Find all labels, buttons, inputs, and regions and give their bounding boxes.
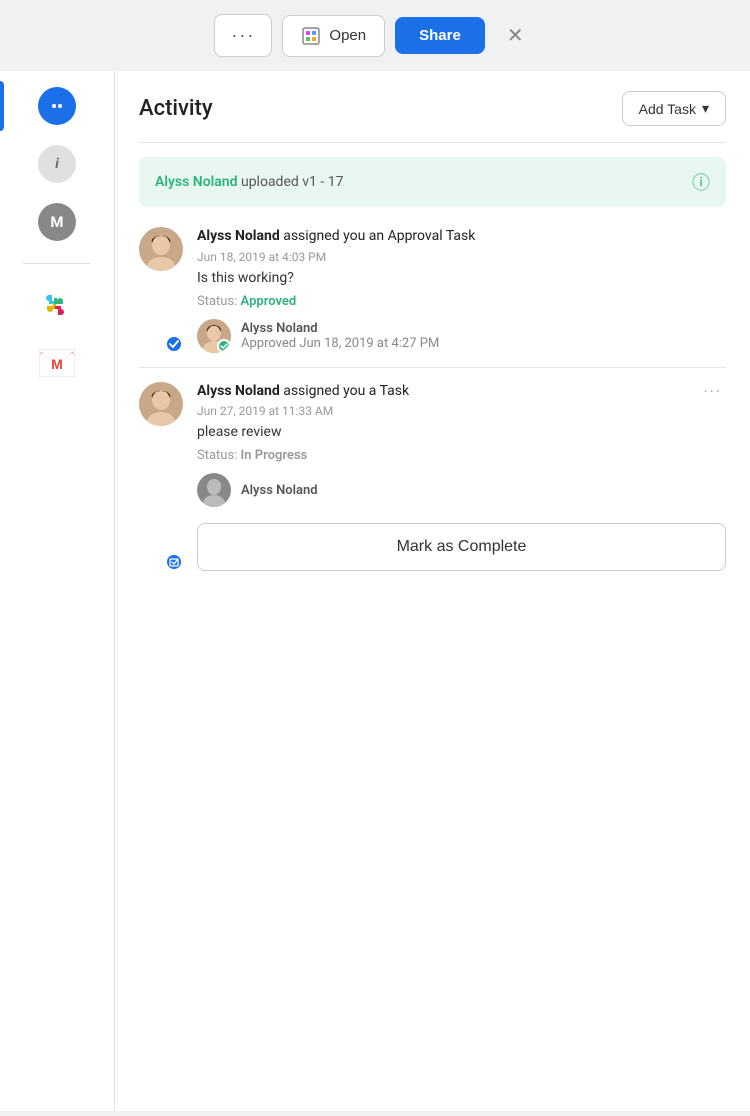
- sidebar-item-chat[interactable]: [32, 81, 82, 131]
- approval-sub-2: Alyss Noland: [197, 473, 726, 507]
- status-label-1: Status:: [197, 294, 241, 309]
- sub-avatar-2: [197, 473, 231, 507]
- toolbar: ··· Open Share ✕: [0, 0, 750, 71]
- task-message-2: please review: [197, 424, 726, 440]
- sub-avatar-1: [197, 319, 231, 353]
- share-button[interactable]: Share: [395, 17, 485, 54]
- task-date-1: Jun 18, 2019 at 4:03 PM: [197, 250, 726, 264]
- sidebar-item-media[interactable]: M: [32, 197, 82, 247]
- status-label-2: Status:: [197, 448, 241, 463]
- tasks-divider: [139, 367, 726, 368]
- sidebar-divider: [23, 263, 91, 264]
- task-message-1: Is this working?: [197, 270, 726, 286]
- mark-complete-button[interactable]: Mark as Complete: [197, 523, 726, 571]
- avatar-badge-2: [165, 553, 183, 571]
- avatar-badge-1: [165, 335, 183, 353]
- approval-username-1: Alyss Noland: [241, 321, 318, 336]
- sub-avatar-svg-2: [197, 473, 231, 507]
- add-task-button[interactable]: Add Task ▾: [622, 91, 726, 126]
- task-title-2: Alyss Noland assigned you a Task: [197, 382, 409, 402]
- banner-action: uploaded v1 - 17: [238, 174, 344, 190]
- task-item-1: Alyss Noland assigned you an Approval Ta…: [139, 227, 726, 353]
- active-indicator: [0, 81, 4, 131]
- header-divider: [139, 142, 726, 143]
- banner-text: Alyss Noland uploaded v1 - 17: [155, 174, 343, 190]
- activity-title: Activity: [139, 96, 213, 121]
- approval-action-1: Approved Jun 18, 2019 at 4:27 PM: [241, 336, 439, 351]
- info-icon: i: [38, 145, 76, 183]
- close-button[interactable]: ✕: [495, 15, 536, 56]
- task-header-1: Alyss Noland assigned you an Approval Ta…: [197, 227, 726, 247]
- task-status-2: Status: In Progress: [197, 448, 726, 463]
- status-value-2: In Progress: [241, 448, 308, 463]
- add-task-label: Add Task: [639, 101, 696, 117]
- task-body-2: Alyss Noland assigned you a Task ··· Jun…: [197, 382, 726, 572]
- add-task-chevron-icon: ▾: [702, 100, 709, 117]
- main-layout: i M: [0, 71, 750, 1111]
- task-action-1: assigned you an Approval Task: [280, 228, 476, 244]
- more-button[interactable]: ···: [214, 14, 272, 57]
- avatar-container-1: [139, 227, 183, 353]
- activity-banner: Alyss Noland uploaded v1 - 17 ⓘ: [139, 157, 726, 207]
- open-label: Open: [329, 27, 366, 44]
- chat-icon: [38, 87, 76, 125]
- approval-sub-1: Alyss Noland Approved Jun 18, 2019 at 4:…: [197, 319, 726, 353]
- checkmark-icon: [169, 339, 179, 349]
- task-header-2: Alyss Noland assigned you a Task ···: [197, 382, 726, 402]
- avatar-2: [139, 382, 183, 426]
- person-avatar-svg-1: [139, 227, 183, 271]
- sidebar-item-gmail[interactable]: M: [32, 338, 82, 388]
- task-body-1: Alyss Noland assigned you an Approval Ta…: [197, 227, 726, 353]
- more-options-button[interactable]: ···: [699, 382, 726, 401]
- task-status-1: Status: Approved: [197, 294, 726, 309]
- person-avatar-svg-2: [139, 382, 183, 426]
- svg-text:M: M: [51, 356, 63, 372]
- open-button[interactable]: Open: [282, 15, 385, 57]
- m-icon: M: [38, 203, 76, 241]
- sub-check-icon: [217, 339, 231, 353]
- gmail-icon: M: [39, 345, 75, 381]
- check-icon: [220, 342, 228, 350]
- avatar-1: [139, 227, 183, 271]
- task-date-2: Jun 27, 2019 at 11:33 AM: [197, 404, 726, 418]
- approval-text-1: Alyss Noland Approved Jun 18, 2019 at 4:…: [241, 321, 439, 351]
- approval-username-2: Alyss Noland: [241, 483, 318, 498]
- task-action-2: assigned you a Task: [280, 383, 409, 399]
- task-username-1: Alyss Noland: [197, 228, 280, 244]
- activity-header: Activity Add Task ▾: [139, 91, 726, 126]
- banner-info-icon[interactable]: ⓘ: [692, 169, 710, 195]
- task-title-1: Alyss Noland assigned you an Approval Ta…: [197, 227, 475, 247]
- task-badge-icon: [169, 557, 179, 567]
- content-panel: Activity Add Task ▾ Alyss Noland uploade…: [115, 71, 750, 1111]
- sidebar-item-slack[interactable]: [32, 280, 82, 330]
- status-value-1: Approved: [241, 294, 297, 309]
- banner-username: Alyss Noland: [155, 174, 238, 190]
- sidebar-item-info[interactable]: i: [32, 139, 82, 189]
- task-item-2: Alyss Noland assigned you a Task ··· Jun…: [139, 382, 726, 572]
- task-username-2: Alyss Noland: [197, 383, 280, 399]
- avatar-container-2: [139, 382, 183, 572]
- approval-text-2: Alyss Noland: [241, 483, 318, 498]
- sidebar: i M: [0, 71, 115, 1111]
- slack-icon: [39, 287, 75, 323]
- open-icon: [301, 26, 321, 46]
